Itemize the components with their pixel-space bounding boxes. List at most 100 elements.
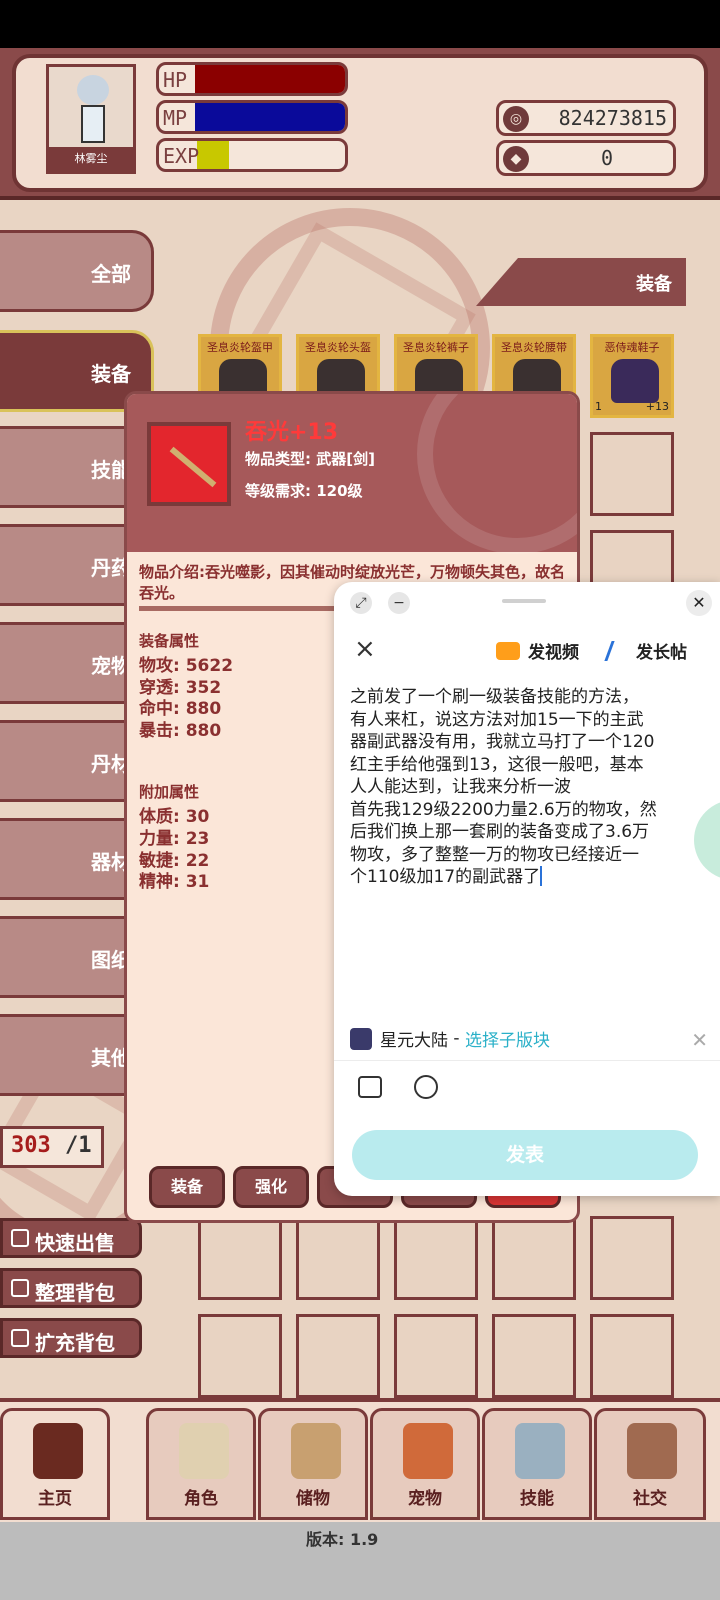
inventory-slot[interactable]	[198, 1314, 282, 1398]
expand-bag-button[interactable]: 扩充背包	[0, 1318, 142, 1358]
stat-value: 880	[185, 721, 222, 741]
select-subforum-link[interactable]: 选择子版块	[465, 1031, 550, 1051]
exp-bar: EXP	[156, 138, 348, 172]
gem-display: ◆ 0	[496, 140, 676, 176]
item-name: 圣息炎轮盔甲	[207, 341, 273, 354]
fox-icon	[403, 1423, 453, 1479]
post-line: 后我们换上那一套刷的装备变成了3.6万	[350, 822, 650, 842]
inventory-slot[interactable]: 恶侍魂鞋子 1 +13	[590, 334, 674, 418]
inventory-slot[interactable]	[590, 1314, 674, 1398]
nav-tab-skills[interactable]: 技能	[482, 1408, 592, 1520]
inventory-slot[interactable]	[590, 432, 674, 516]
resize-icon[interactable]: ⤢	[350, 592, 372, 614]
nav-tab-storage[interactable]: 储物	[258, 1408, 368, 1520]
nav-tab-character[interactable]: 角色	[146, 1408, 256, 1520]
divider	[334, 1060, 720, 1061]
category-label: 全部	[91, 262, 131, 286]
gold-display: ◎ 824273815	[496, 100, 676, 136]
nav-tab-pets[interactable]: 宠物	[370, 1408, 480, 1520]
item-name: 圣息炎轮头盔	[305, 341, 371, 354]
inventory-slot[interactable]	[296, 1314, 380, 1398]
item-detail-header: 吞光+13 物品类型: 武器[剑] 等级需求: 120级	[127, 394, 577, 554]
close-icon[interactable]: ×	[354, 636, 376, 662]
item-enhance: +13	[645, 400, 669, 413]
grid-icon	[11, 1279, 29, 1297]
nav-label: 角色	[184, 1489, 218, 1509]
minimize-icon[interactable]: −	[388, 592, 410, 614]
gold-value: 824273815	[558, 106, 667, 130]
clear-forum-icon[interactable]: ✕	[691, 1028, 708, 1052]
player-avatar[interactable]: 林雾尘	[46, 64, 136, 174]
text-cursor	[540, 866, 543, 886]
gem-icon: ◆	[503, 146, 529, 172]
post-body-textarea[interactable]: 之前发了一个刷一级装备技能的方法， 有人来杠，说这方法对加15一下的主武 器副武…	[350, 686, 700, 889]
forum-selector[interactable]: 星元大陆 - 选择子版块	[350, 1026, 550, 1051]
extra-attr-title: 附加属性	[139, 783, 200, 801]
category-tab-all[interactable]: 全部	[0, 230, 154, 312]
item-title: 吞光+13	[245, 420, 339, 445]
bag-used: 303	[11, 1133, 51, 1158]
post-line: 个110级加17的副武器了	[350, 867, 541, 887]
item-level: 1	[595, 400, 602, 413]
nav-tab-social[interactable]: 社交	[594, 1408, 706, 1520]
inventory-slot[interactable]	[296, 1216, 380, 1300]
inventory-slot[interactable]	[394, 1216, 478, 1300]
emoji-icon[interactable]	[414, 1075, 438, 1099]
post-video-button[interactable]: 发视频	[496, 638, 579, 663]
sword-icon	[147, 422, 231, 506]
sort-bag-button[interactable]: 整理背包	[0, 1268, 142, 1308]
post-line: 之前发了一个刷一级装备技能的方法，	[350, 687, 639, 707]
mp-label: MP	[163, 106, 188, 130]
hp-bar: HP	[156, 62, 348, 96]
character-icon	[179, 1423, 229, 1479]
long-post-button[interactable]: 发长帖	[604, 638, 687, 663]
mp-fill	[195, 103, 345, 131]
game-icon	[350, 1027, 372, 1050]
boots-icon	[611, 359, 659, 403]
decorative-emblem	[417, 394, 577, 554]
sort-bag-label: 整理背包	[35, 1281, 115, 1305]
forum-separator: -	[448, 1028, 465, 1049]
bottom-nav: 主页 角色 储物 宠物 技能 社交	[0, 1398, 720, 1522]
avatar-figure	[71, 75, 115, 145]
mp-bar: MP	[156, 100, 348, 134]
post-line-last: 个110级加17的副武器了	[350, 866, 700, 889]
stat-row: 暴击: 880	[139, 716, 221, 741]
inventory-slot[interactable]	[590, 1216, 674, 1300]
nav-tab-home[interactable]: 主页	[0, 1408, 110, 1520]
long-post-label: 发长帖	[636, 643, 687, 663]
exp-fill	[197, 141, 229, 169]
stat-key: 暴击:	[139, 721, 186, 741]
item-name: 圣息炎轮腰带	[501, 341, 567, 354]
equip-attr-title: 装备属性	[139, 632, 200, 650]
post-line: 红主手给他强到13，这很一般吧，基本	[350, 754, 644, 775]
sack-icon	[291, 1423, 341, 1479]
stat-row: 精神: 31	[139, 867, 209, 892]
enhance-button[interactable]: 强化	[233, 1166, 309, 1208]
section-label: 装备	[476, 258, 686, 306]
hp-fill	[195, 65, 345, 93]
publish-button[interactable]: 发表	[352, 1130, 698, 1180]
item-name: 恶侍魂鞋子	[604, 341, 660, 354]
close-window-icon[interactable]: ✕	[686, 590, 712, 616]
equip-button[interactable]: 装备	[149, 1166, 225, 1208]
quick-sell-label: 快速出售	[35, 1231, 115, 1255]
gem-value: 0	[600, 146, 613, 170]
image-icon[interactable]	[358, 1076, 382, 1098]
post-line: 有人来杠，说这方法对加15一下的主武	[350, 709, 644, 730]
post-composer: ⤢ − ✕ × 发视频 发长帖 之前发了一个刷一级装备技能的方法， 有人来杠，说…	[334, 582, 720, 1196]
pavilion-icon	[33, 1423, 83, 1479]
inventory-slot[interactable]	[492, 1216, 576, 1300]
inventory-slot[interactable]	[492, 1314, 576, 1398]
inventory-slot[interactable]	[394, 1314, 478, 1398]
quick-sell-button[interactable]: 快速出售	[0, 1218, 142, 1258]
item-type: 物品类型: 武器[剑]	[245, 450, 375, 468]
item-level-requirement: 等级需求: 120级	[245, 482, 363, 500]
stat-value: 31	[185, 872, 210, 892]
inventory-slot[interactable]	[198, 1216, 282, 1300]
nav-label: 社交	[633, 1489, 667, 1509]
bag-total: /1	[65, 1133, 92, 1158]
bag-icon	[11, 1229, 29, 1247]
expand-icon	[11, 1329, 29, 1347]
drag-handle[interactable]	[502, 599, 546, 603]
